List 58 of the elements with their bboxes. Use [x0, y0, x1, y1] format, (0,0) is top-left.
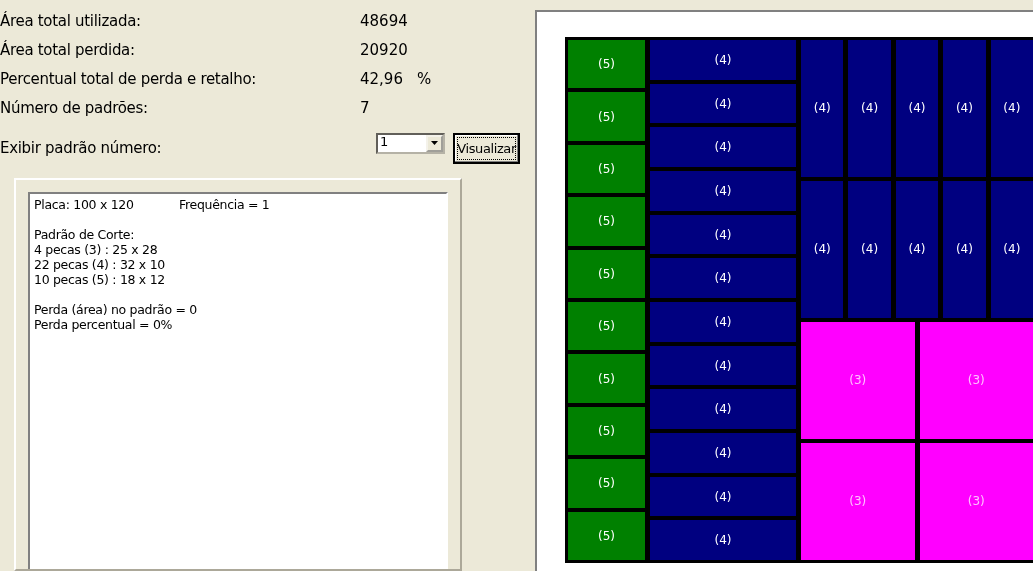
- cut-piece: (3): [801, 321, 915, 439]
- report-text-area[interactable]: Placa: 100 x 120 Frequência = 1 Padrão de Corte: 4 pecas (3) : 25 x 28 22 pecas (4) : 32 x 10 10 pecas (5) : 18 x 12 Perda (área) no padrão = 0 Perda percentual = 0%: [28, 192, 448, 569]
- report-line: 22 pecas (4) : 32 x 10: [34, 257, 166, 272]
- cut-piece: (4): [801, 180, 844, 318]
- cut-piece: (4): [650, 389, 796, 430]
- cut-piece: (3): [919, 321, 1033, 439]
- cut-piece: (5): [568, 511, 645, 561]
- cut-piece: (4): [650, 127, 796, 167]
- field-value: 20920: [360, 40, 408, 59]
- field-value: 48694: [360, 11, 408, 30]
- cut-piece: (5): [568, 302, 645, 351]
- cut-piece: (3): [919, 442, 1033, 560]
- cut-piece: (4): [650, 214, 796, 255]
- field-label: Área total perdida:: [0, 40, 136, 59]
- field-value: 42,96: [360, 69, 403, 88]
- cut-piece: (5): [568, 92, 645, 141]
- cut-piece: (5): [568, 249, 645, 299]
- report-line: Perda (área) no padrão = 0: [34, 302, 198, 317]
- report-line: Padrão de Corte:: [34, 227, 136, 242]
- cut-piece: (4): [650, 40, 796, 80]
- cut-piece: (4): [801, 40, 844, 177]
- field-value: 7: [360, 98, 370, 117]
- cut-piece: (4): [650, 171, 796, 211]
- cut-piece: (4): [943, 180, 986, 318]
- cut-piece: (4): [990, 40, 1033, 177]
- cut-piece: (3): [801, 442, 915, 560]
- report-line: Placa: 100 x 120: [34, 197, 135, 212]
- cut-piece: (4): [848, 180, 891, 318]
- cut-piece: (5): [568, 144, 645, 194]
- cut-piece: (5): [568, 459, 645, 508]
- cut-piece: (4): [650, 83, 796, 124]
- unit-label: %: [416, 69, 432, 88]
- cut-piece: (4): [650, 520, 796, 561]
- cut-piece: (4): [650, 345, 796, 386]
- field-label: Exibir padrão número:: [0, 138, 163, 157]
- cut-piece: (4): [943, 40, 986, 177]
- report-line: 4 pecas (3) : 25 x 28: [34, 242, 159, 257]
- view-button[interactable]: Visualizar: [453, 132, 520, 164]
- cut-piece: (5): [568, 406, 645, 456]
- field-label: Percentual total de perda e retalho:: [0, 69, 258, 88]
- cut-piece: (5): [568, 40, 645, 89]
- field-label: Área total utilizada:: [0, 11, 142, 30]
- cut-piece: (4): [895, 40, 939, 177]
- cut-piece: (5): [568, 354, 645, 403]
- cut-piece: (4): [650, 433, 796, 473]
- dropdown-arrow-icon: [431, 141, 439, 145]
- report-line: Frequência = 1: [179, 197, 270, 212]
- cut-piece: (4): [650, 258, 796, 299]
- field-label: Número de padrões:: [0, 98, 149, 117]
- cut-piece: (5): [568, 197, 645, 246]
- cut-piece: (4): [848, 40, 891, 177]
- report-line: Perda percentual = 0%: [34, 317, 174, 332]
- cut-piece: (4): [650, 302, 796, 342]
- cut-piece: (4): [990, 180, 1033, 318]
- cut-piece: (4): [650, 476, 796, 517]
- pattern-dropdown[interactable]: 1: [376, 132, 446, 154]
- report-line: 10 pecas (5) : 18 x 12: [34, 272, 166, 287]
- cut-piece: (4): [895, 180, 939, 318]
